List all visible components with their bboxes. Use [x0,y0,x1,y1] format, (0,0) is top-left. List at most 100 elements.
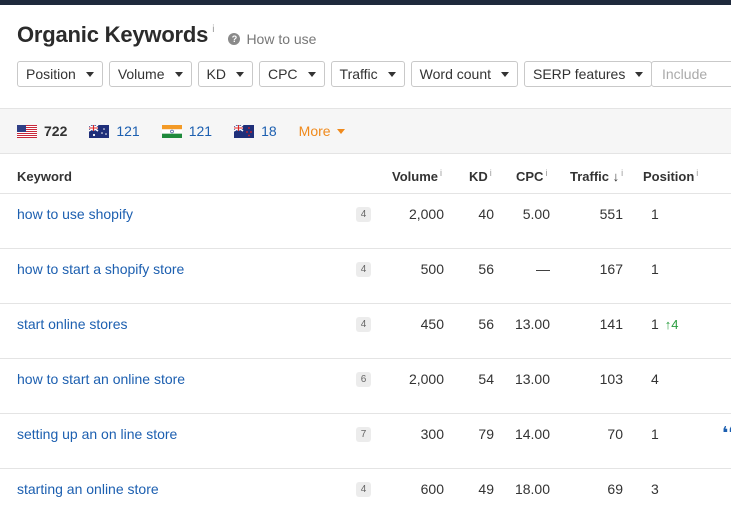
word-count-badge: 6 [356,372,371,387]
column-cpc[interactable]: CPC i [516,168,548,184]
kd-cell: 54 [478,371,494,387]
volume-cell: 600 [420,481,444,497]
position-cell: 1 [651,261,665,277]
keyword-link[interactable]: how to start a shopify store [17,261,184,277]
info-icon: i [696,168,699,178]
column-label: Traffic [570,169,610,184]
kd-cell: 56 [478,261,494,277]
table-header: Keyword Volume i KD i CPC i Traffic ↓ i Posi… [0,155,731,194]
filter-label: CPC [267,66,298,82]
column-label: Keyword [17,169,72,184]
featured-snippet-icon[interactable]: ❛❛ [722,423,731,444]
info-icon: i [545,168,548,178]
us-flag-icon [17,124,37,138]
position-value: 3 [651,481,659,497]
filter-kd[interactable]: KD [197,61,253,87]
chevron-down-icon [85,71,94,77]
country-bar: 722 121 121 18 More [0,108,731,154]
filter-serp-features[interactable]: SERP features [524,61,653,87]
cpc-cell: 13.00 [514,316,550,332]
cpc-cell: 18.00 [514,481,550,497]
position-cell: 1 [651,426,665,442]
table-row: how to start an online store 6 2,000 54 … [0,359,731,414]
more-countries-button[interactable]: More [299,123,345,139]
keyword-link[interactable]: setting up an on line store [17,426,177,442]
chevron-down-icon [307,71,316,77]
au-flag-icon [89,124,110,138]
chevron-down-icon [387,71,396,77]
how-to-use-link[interactable]: ? How to use [228,31,316,47]
keyword-link[interactable]: how to start an online store [17,371,185,387]
info-icon: i [440,168,442,178]
filter-label: Volume [117,66,165,82]
column-traffic[interactable]: Traffic ↓ i [570,168,623,184]
traffic-cell: 551 [599,206,623,222]
country-count: 18 [261,123,277,139]
traffic-cell: 141 [599,316,623,332]
kd-cell: 79 [478,426,494,442]
volume-cell: 300 [420,426,444,442]
filter-bar: Position Volume KD CPC Traffic Word coun… [17,61,653,87]
keyword-link[interactable]: start online stores [17,316,128,332]
position-cell: 1 [651,206,665,222]
position-value: 4 [651,371,659,387]
table-row: start online stores 4 450 56 13.00 141 1… [0,304,731,359]
kd-cell: 49 [478,481,494,497]
filter-cpc[interactable]: CPC [258,61,325,87]
top-bar [0,0,731,5]
column-volume[interactable]: Volume i [392,168,442,184]
filter-label: Position [26,66,76,82]
table-row: starting an online store 4 600 49 18.00 … [0,469,731,521]
filter-traffic[interactable]: Traffic [330,61,405,87]
country-nz[interactable]: 18 [234,123,277,139]
filter-label: KD [206,66,226,82]
chevron-down-icon [174,71,183,77]
cpc-cell: 5.00 [522,206,550,222]
country-us[interactable]: 722 [17,123,67,139]
country-in[interactable]: 121 [161,123,213,139]
column-label: CPC [516,169,544,184]
position-value: 1 [651,261,659,277]
column-label: KD [469,169,488,184]
word-count-badge: 7 [356,427,371,442]
volume-cell: 450 [420,316,444,332]
word-count-badge: 4 [356,262,371,277]
country-count: 121 [188,123,213,139]
column-keyword[interactable]: Keyword [17,169,72,184]
filter-position[interactable]: Position [17,61,103,87]
include-input[interactable] [651,61,731,87]
filter-label: Traffic [339,66,378,82]
how-to-use-label: How to use [246,31,317,47]
info-icon[interactable]: i [212,24,214,35]
nz-flag-icon [234,124,255,138]
position-value: 1 [651,426,659,442]
chevron-down-icon [336,128,345,134]
volume-cell: 2,000 [408,206,444,222]
position-value: 1 [651,206,659,222]
column-position[interactable]: Position i [643,168,699,184]
filter-volume[interactable]: Volume [108,61,192,87]
traffic-cell: 69 [607,481,623,497]
table-row: how to start a shopify store 4 500 56 — … [0,249,731,304]
table-row: how to use shopify 4 2,000 40 5.00 551 1 [0,194,731,249]
page-title: Organic Keywords [17,22,209,47]
filter-word-count[interactable]: Word count [410,61,518,87]
cpc-cell: 14.00 [514,426,550,442]
country-count: 722 [44,123,68,139]
position-cell: 4 [651,371,665,387]
column-kd[interactable]: KD i [469,168,492,184]
word-count-badge: 4 [356,207,371,222]
cpc-cell: — [536,261,550,277]
country-au[interactable]: 121 [89,123,140,139]
column-label: Volume [392,169,438,184]
volume-cell: 500 [420,261,444,277]
table-row: setting up an on line store 7 300 79 14.… [0,414,731,469]
traffic-cell: 103 [599,371,623,387]
keyword-link[interactable]: starting an online store [17,481,159,497]
word-count-badge: 4 [356,317,371,332]
chevron-down-icon [635,71,644,77]
keyword-link[interactable]: how to use shopify [17,206,133,222]
position-cell: 1 ↑4 [651,316,679,332]
info-icon: i [489,168,492,178]
position-value: 1 [651,316,659,332]
